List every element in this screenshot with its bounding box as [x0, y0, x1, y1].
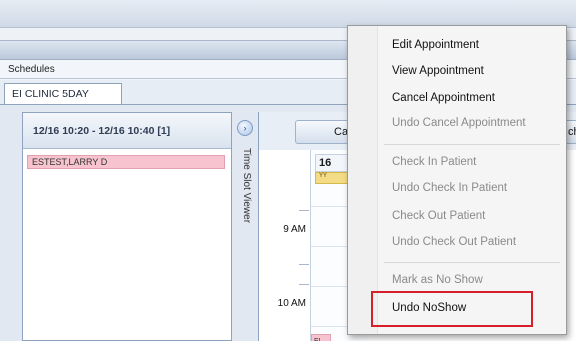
appointment-block[interactable]: EL	[311, 334, 331, 341]
window-titlebar	[0, 0, 576, 28]
time-slot-viewer-strip: › Time Slot Viewer	[234, 112, 256, 341]
context-menu-gutter	[348, 26, 378, 334]
menu-item-mark-no-show: Mark as No Show	[392, 274, 483, 286]
menu-item-cancel-appointment[interactable]: Cancel Appointment	[392, 92, 495, 104]
patient-entry[interactable]: ESTEST,LARRY D	[27, 155, 225, 169]
menu-item-undo-check-out-patient: Undo Check Out Patient	[392, 236, 517, 248]
hour-label-10am: 10 AM	[277, 298, 306, 309]
menu-item-undo-cancel-appointment: Undo Cancel Appointment	[392, 117, 526, 129]
time-column: 9 AM 10 AM	[259, 150, 311, 341]
time-tick	[299, 210, 309, 211]
tab-clinic-5day[interactable]: EI CLINIC 5DAY	[4, 83, 122, 105]
hour-label-9am: 9 AM	[283, 224, 306, 235]
menu-item-view-appointment[interactable]: View Appointment	[392, 65, 484, 77]
time-slot-viewer-label: Time Slot Viewer	[241, 148, 252, 224]
menu-separator	[384, 262, 560, 263]
expand-chevron-icon[interactable]: ›	[237, 120, 253, 136]
menu-item-edit-appointment[interactable]: Edit Appointment	[392, 39, 479, 51]
schedules-section-label: Schedules	[8, 64, 55, 75]
time-slot-range: 12/16 10:20 - 12/16 10:40 [1]	[23, 113, 231, 149]
highlight-box	[371, 291, 533, 327]
menu-item-check-in-patient: Check In Patient	[392, 156, 477, 168]
time-tick	[299, 264, 309, 265]
context-menu: Edit Appointment View Appointment Cancel…	[347, 25, 567, 335]
time-slot-panel: 12/16 10:20 - 12/16 10:40 [1] ESTEST,LAR…	[22, 112, 232, 341]
menu-separator	[384, 144, 560, 145]
menu-item-undo-check-in-patient: Undo Check In Patient	[392, 182, 508, 194]
time-tick	[299, 284, 309, 285]
menu-item-check-out-patient: Check Out Patient	[392, 210, 486, 222]
